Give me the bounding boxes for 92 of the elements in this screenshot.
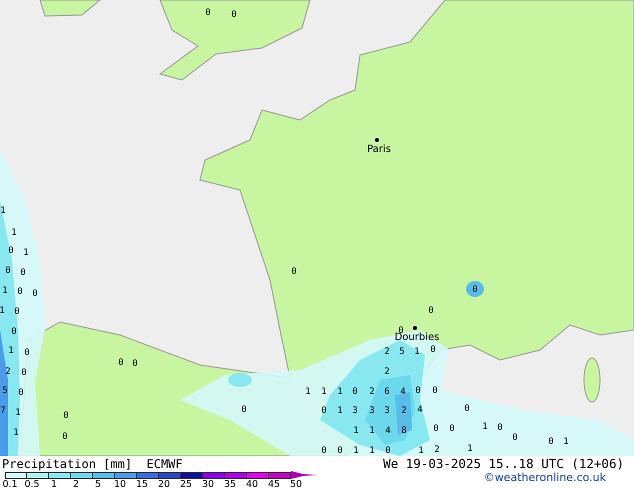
precipitation-value: 4 <box>417 405 423 415</box>
scale-tick-label: 10 <box>112 479 128 490</box>
precipitation-value: 1 <box>369 426 375 436</box>
scale-tick-label: 5 <box>94 479 102 490</box>
precipitation-value: 1 <box>353 446 359 456</box>
precipitation-value: 1 <box>563 437 569 447</box>
precipitation-value: 0 <box>321 446 327 456</box>
scale-tick-label: 0.1 <box>1 479 19 490</box>
precipitation-value: 0 <box>415 386 421 396</box>
precipitation-value: 2 <box>384 367 390 377</box>
precipitation-value: 0 <box>8 246 14 256</box>
precipitation-value: 0 <box>21 368 27 378</box>
city-label: Paris <box>367 144 391 155</box>
precipitation-value: 0 <box>32 289 38 299</box>
precipitation-value: 0 <box>497 423 503 433</box>
scale-tick-label: 0.5 <box>23 479 41 490</box>
precipitation-value: 0 <box>430 345 436 355</box>
precipitation-value: 0 <box>24 348 30 358</box>
precipitation-value: 0 <box>512 433 518 443</box>
city-marker-icon <box>413 326 417 330</box>
precipitation-value: 1 <box>414 347 420 357</box>
precipitation-value: 1 <box>8 346 14 356</box>
precipitation-value: 2 <box>5 367 11 377</box>
precipitation-value: 0 <box>5 266 11 276</box>
precipitation-value: 0 <box>11 327 17 337</box>
precipitation-value: 2 <box>401 406 407 416</box>
precipitation-value: 4 <box>400 387 406 397</box>
scale-tick-label: 25 <box>178 479 194 490</box>
precipitation-value: 0 <box>17 287 23 297</box>
precipitation-value: 0 <box>352 387 358 397</box>
precipitation-value: 4 <box>385 426 391 436</box>
precipitation-value: 1 <box>15 408 21 418</box>
precipitation-value: 0 <box>63 411 69 421</box>
precipitation-value: 0 <box>433 424 439 434</box>
precipitation-value: 0 <box>18 388 24 398</box>
scale-tick-label: 20 <box>156 479 172 490</box>
precipitation-value: 0 <box>432 386 438 396</box>
precipitation-value: 0 <box>385 446 391 456</box>
precipitation-value: 1 <box>467 444 473 454</box>
scale-tick-label: 35 <box>222 479 238 490</box>
precipitation-value: 0 <box>548 437 554 447</box>
precipitation-value: 0 <box>337 446 343 456</box>
precipitation-value: 2 <box>434 445 440 455</box>
precipitation-value: 0 <box>231 10 237 20</box>
precipitation-value: 0 <box>291 267 297 277</box>
scale-tick-label: 45 <box>266 479 282 490</box>
precipitation-value: 1 <box>337 387 343 397</box>
precipitation-value: 0 <box>241 405 247 415</box>
precipitation-value: 3 <box>384 406 390 416</box>
precipitation-value: 0 <box>472 285 478 295</box>
precipitation-value: 1 <box>2 286 8 296</box>
forecast-time: We 19-03-2025 15..18 UTC (12+06) <box>383 456 624 471</box>
precipitation-value: 2 <box>384 347 390 357</box>
precipitation-value: 0 <box>428 306 434 316</box>
precipitation-value: 0 <box>449 424 455 434</box>
precipitation-value: 0 <box>118 358 124 368</box>
precipitation-value: 1 <box>11 228 17 238</box>
scale-tick-label: 1 <box>50 479 58 490</box>
precipitation-value: 7 <box>0 406 6 416</box>
precipitation-value: 8 <box>401 426 407 436</box>
precipitation-value: 1 <box>13 428 19 438</box>
scale-tick-label: 40 <box>244 479 260 490</box>
scale-tick-label: 30 <box>200 479 216 490</box>
precipitation-value: 1 <box>0 306 5 316</box>
precipitation-value: 0 <box>321 406 327 416</box>
precipitation-value: 1 <box>369 446 375 456</box>
precipitation-value: 1 <box>321 387 327 397</box>
precipitation-value: 5 <box>399 347 405 357</box>
precipitation-value: 3 <box>369 406 375 416</box>
precipitation-value: 1 <box>337 406 343 416</box>
precipitation-value: 2 <box>369 387 375 397</box>
precipitation-value: 5 <box>2 386 8 396</box>
precipitation-value: 6 <box>384 387 390 397</box>
precipitation-value: 1 <box>0 206 6 216</box>
city-marker-icon <box>375 138 379 142</box>
legend-title: Precipitation [mm] ECMWF <box>2 456 183 470</box>
scale-tick-label: 2 <box>72 479 80 490</box>
precipitation-value: 0 <box>20 268 26 278</box>
precipitation-value: 0 <box>205 8 211 18</box>
precipitation-value: 3 <box>352 406 358 416</box>
credit-link[interactable]: ©weatheronline.co.uk <box>484 471 606 484</box>
precipitation-value: 1 <box>418 446 424 456</box>
precipitation-value: 1 <box>482 422 488 432</box>
precipitation-value: 1 <box>305 387 311 397</box>
precipitation-value: 1 <box>23 248 29 258</box>
precipitation-value: 0 <box>62 432 68 442</box>
scale-tick-label: 15 <box>134 479 150 490</box>
precipitation-value: 0 <box>464 404 470 414</box>
precipitation-value: 1 <box>353 426 359 436</box>
precipitation-value: 0 <box>14 307 20 317</box>
scale-tick-label: 50 <box>288 479 304 490</box>
precipitation-value: 0 <box>132 359 138 369</box>
